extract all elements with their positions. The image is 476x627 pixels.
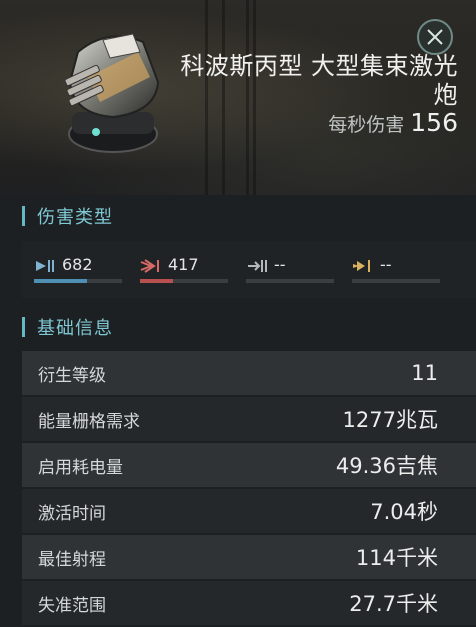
stat-label: 启用耗电量 — [38, 457, 123, 478]
damage-value: -- — [274, 255, 286, 274]
stat-value: 114千米 — [355, 546, 438, 570]
damage-bar-track — [140, 279, 228, 283]
stat-value: 11 — [411, 361, 438, 385]
stat-row-meta-level: 衍生等级 11 — [22, 351, 476, 395]
stat-row-activation-time: 激活时间 7.04秒 — [22, 489, 476, 533]
stat-value: 27.7千米 — [349, 592, 438, 616]
dps-value: 156 — [410, 108, 458, 137]
basic-info-list: 衍生等级 11 能量栅格需求 1277兆瓦 启用耗电量 49.36吉焦 激活时间… — [22, 351, 476, 627]
damage-bar-track — [352, 279, 440, 283]
basic-info-section-header: 基础信息 — [22, 314, 113, 340]
section-title: 伤害类型 — [37, 207, 113, 228]
damage-bar-track — [34, 279, 122, 283]
section-accent-bar — [22, 317, 25, 337]
damage-bar-track — [246, 279, 334, 283]
em-damage-icon — [36, 260, 54, 272]
laser-turret-icon — [64, 33, 160, 153]
dps-label: 每秒伤害 — [328, 114, 405, 136]
item-title: 科波斯丙型 大型集束激光炮 — [180, 52, 458, 109]
damage-section-header: 伤害类型 — [22, 203, 113, 229]
section-title: 基础信息 — [37, 318, 113, 339]
dps-row: 每秒伤害 156 — [328, 108, 458, 137]
damage-type-explosive: -- — [340, 255, 440, 285]
stat-value: 1277兆瓦 — [342, 408, 438, 432]
stat-label: 失准范围 — [38, 595, 106, 616]
stat-label: 激活时间 — [38, 503, 106, 524]
stat-label: 衍生等级 — [38, 365, 106, 386]
stat-row-powergrid: 能量栅格需求 1277兆瓦 — [22, 397, 476, 441]
stat-value: 49.36吉焦 — [335, 454, 438, 478]
damage-value: -- — [380, 255, 392, 274]
damage-type-em: 682 — [22, 255, 122, 285]
close-icon — [427, 29, 443, 45]
thermal-damage-icon — [140, 259, 159, 273]
close-button[interactable] — [417, 19, 453, 55]
stat-row-falloff: 失准范围 27.7千米 — [22, 581, 476, 625]
damage-value: 682 — [62, 255, 93, 274]
stat-value: 7.04秒 — [370, 500, 438, 524]
explosive-damage-icon — [353, 260, 370, 272]
stat-label: 能量栅格需求 — [38, 411, 140, 432]
stat-label: 最佳射程 — [38, 549, 106, 570]
damage-value: 417 — [168, 255, 199, 274]
stat-row-optimal-range: 最佳射程 114千米 — [22, 535, 476, 579]
damage-bar-fill — [140, 279, 173, 283]
kinetic-damage-icon — [248, 260, 267, 272]
stat-row-activation-cost: 启用耗电量 49.36吉焦 — [22, 443, 476, 487]
damage-type-kinetic: -- — [234, 255, 334, 285]
damage-type-thermal: 417 — [128, 255, 228, 285]
damage-types-panel: 682 417 -- -- — [22, 241, 476, 298]
section-accent-bar — [22, 206, 25, 226]
damage-bar-fill — [34, 279, 87, 283]
